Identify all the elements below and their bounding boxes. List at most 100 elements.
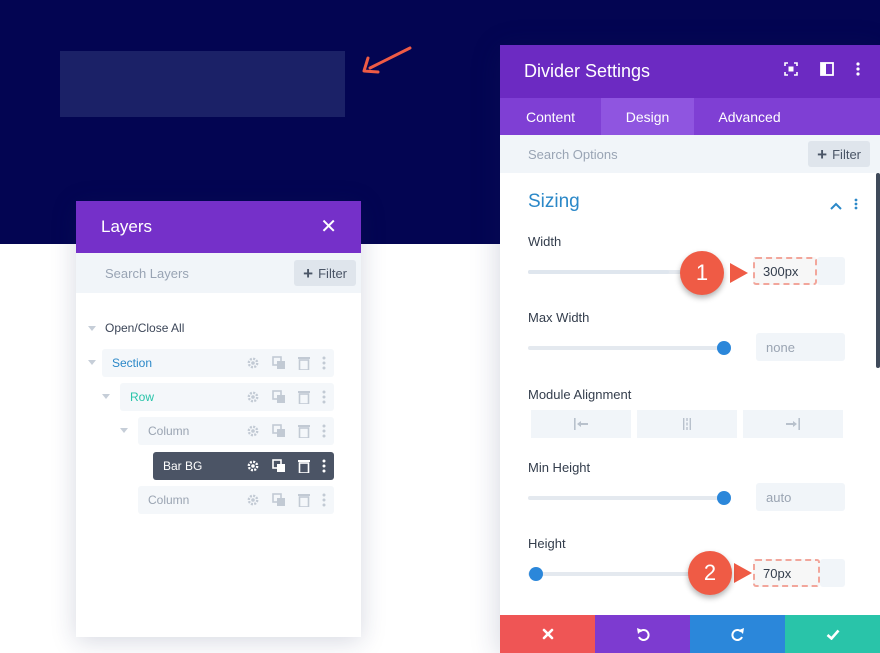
module-alignment-label: Module Alignment <box>528 387 632 402</box>
align-right-button[interactable] <box>743 410 843 438</box>
duplicate-icon[interactable] <box>272 356 286 370</box>
width-input-unit-area[interactable] <box>817 257 845 285</box>
section-title-sizing[interactable]: Sizing <box>528 191 580 213</box>
trash-icon[interactable] <box>298 390 310 404</box>
chevron-up-icon[interactable] <box>830 197 842 215</box>
undo-icon <box>636 628 649 641</box>
more-options-icon[interactable] <box>854 197 858 215</box>
expand-icon[interactable] <box>784 62 798 81</box>
save-button[interactable] <box>785 615 880 653</box>
annotation-pointer <box>734 563 752 583</box>
split-view-icon[interactable] <box>820 62 834 81</box>
layer-item-bar-bg[interactable]: Bar BG <box>153 452 334 480</box>
tab-advanced[interactable]: Advanced <box>694 98 805 135</box>
min-height-label: Min Height <box>528 460 591 475</box>
width-input[interactable]: 300px <box>753 257 817 285</box>
duplicate-icon[interactable] <box>272 493 286 507</box>
open-close-all-label: Open/Close All <box>105 321 185 335</box>
plus-icon: + <box>817 144 828 164</box>
layers-title: Layers <box>101 217 153 236</box>
min-height-input[interactable]: auto <box>756 483 845 511</box>
layers-search-input[interactable]: Search Layers <box>105 266 189 281</box>
layer-item-label: Bar BG <box>163 459 203 473</box>
height-slider-handle[interactable] <box>528 567 543 581</box>
align-center-button[interactable] <box>637 410 737 438</box>
layers-search-bar: Search Layers + Filter <box>76 253 361 293</box>
open-close-all-toggle[interactable]: Open/Close All <box>88 321 184 335</box>
annotation-badge-1: 1 <box>680 251 724 295</box>
gear-icon[interactable] <box>246 390 260 404</box>
caret-down-icon[interactable] <box>120 428 128 433</box>
max-width-label: Max Width <box>528 310 590 325</box>
checkmark-icon <box>826 629 839 640</box>
more-options-icon[interactable] <box>322 493 326 507</box>
layer-item-column[interactable]: Column <box>138 417 334 445</box>
layers-header: Layers ✕ <box>76 201 361 253</box>
layer-item-label: Column <box>148 424 190 438</box>
gear-icon[interactable] <box>246 424 260 438</box>
layers-filter-button[interactable]: + Filter <box>294 260 356 286</box>
trash-icon[interactable] <box>298 493 310 507</box>
align-left-button[interactable] <box>531 410 631 438</box>
tab-design[interactable]: Design <box>601 98 694 135</box>
max-width-slider-handle[interactable] <box>717 341 731 355</box>
max-width-input[interactable]: none <box>756 333 845 361</box>
layer-item-column[interactable]: Column <box>138 486 334 514</box>
settings-footer <box>500 615 880 653</box>
settings-scrollbar[interactable] <box>876 173 880 368</box>
layers-panel: Layers ✕ Search Layers + Filter Open/Clo… <box>76 201 361 637</box>
height-input-unit-area[interactable] <box>820 559 845 587</box>
more-options-icon[interactable] <box>322 390 326 404</box>
more-options-icon[interactable] <box>322 459 326 473</box>
close-icon[interactable]: ✕ <box>320 217 337 237</box>
filter-label: Filter <box>318 265 347 281</box>
caret-down-icon <box>88 325 96 331</box>
settings-search-bar: Search Options + Filter <box>500 135 880 173</box>
trash-icon[interactable] <box>298 424 310 438</box>
duplicate-icon[interactable] <box>272 424 286 438</box>
filter-label: Filter <box>832 146 861 162</box>
pointer-arrow-icon <box>362 46 412 74</box>
max-width-slider[interactable] <box>528 341 731 355</box>
settings-title: Divider Settings <box>524 61 651 81</box>
module-alignment-buttons <box>531 410 843 438</box>
width-label: Width <box>528 234 562 249</box>
layer-item-label: Section <box>112 356 153 370</box>
min-height-slider[interactable] <box>528 491 731 505</box>
settings-tabs: Content Design Advanced <box>500 98 880 135</box>
caret-down-icon[interactable] <box>88 360 96 365</box>
more-options-icon[interactable] <box>856 62 860 81</box>
width-slider-fill <box>528 270 670 274</box>
caret-down-icon[interactable] <box>102 394 110 399</box>
gear-icon[interactable] <box>246 459 260 473</box>
height-label: Height <box>528 536 566 551</box>
gear-icon[interactable] <box>246 356 260 370</box>
settings-header: Divider Settings <box>500 45 880 98</box>
settings-search-input[interactable]: Search Options <box>528 147 618 162</box>
bar-bg-divider[interactable] <box>60 51 345 117</box>
duplicate-icon[interactable] <box>272 390 286 404</box>
layer-item-row[interactable]: Row <box>120 383 334 411</box>
duplicate-icon[interactable] <box>272 459 286 473</box>
trash-icon[interactable] <box>298 356 310 370</box>
height-input[interactable]: 70px <box>753 559 820 587</box>
trash-icon[interactable] <box>298 459 310 473</box>
min-height-slider-handle[interactable] <box>717 491 731 505</box>
more-options-icon[interactable] <box>322 424 326 438</box>
redo-button[interactable] <box>690 615 785 653</box>
tab-content[interactable]: Content <box>500 98 601 135</box>
redo-icon <box>731 628 744 641</box>
settings-body: Sizing Width 300px Max Width none Module… <box>500 173 880 611</box>
annotation-pointer <box>730 263 748 283</box>
more-options-icon[interactable] <box>322 356 326 370</box>
settings-filter-button[interactable]: + Filter <box>808 141 870 167</box>
close-icon <box>542 628 553 640</box>
plus-icon: + <box>303 263 314 283</box>
gear-icon[interactable] <box>246 493 260 507</box>
annotation-badge-2: 2 <box>688 551 732 595</box>
layer-item-label: Row <box>130 390 155 404</box>
undo-button[interactable] <box>595 615 690 653</box>
cancel-button[interactable] <box>500 615 595 653</box>
layer-item-section[interactable]: Section <box>102 349 334 377</box>
layer-item-label: Column <box>148 493 190 507</box>
